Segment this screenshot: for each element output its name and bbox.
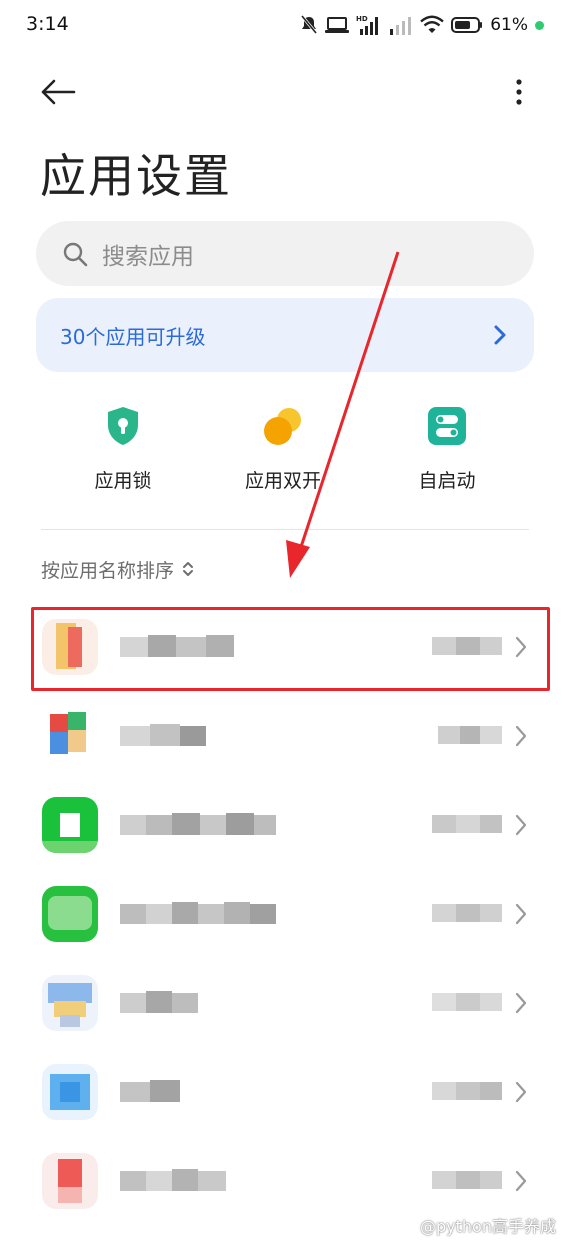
autostart-toggle-icon	[428, 407, 466, 445]
status-time: 3:14	[26, 13, 69, 35]
app-icon	[42, 1064, 98, 1120]
mute-icon	[301, 15, 318, 34]
app-upgrade-banner[interactable]: 30个应用可升级	[36, 298, 534, 372]
sort-selector[interactable]: 按应用名称排序	[41, 554, 194, 584]
watermark-text: @python高手养成	[420, 1217, 556, 1236]
search-placeholder: 搜索应用	[102, 243, 194, 270]
search-input[interactable]: 搜索应用	[36, 221, 534, 286]
watermark: @python高手养成	[420, 1213, 556, 1237]
app-size-blurred	[432, 811, 502, 837]
app-list-item[interactable]	[0, 870, 570, 959]
app-lock-button[interactable]: 应用锁	[53, 400, 193, 500]
app-icon	[42, 708, 98, 764]
dual-app-icon	[264, 408, 301, 445]
chevron-right-icon	[515, 725, 527, 747]
chevron-right-icon	[515, 1081, 527, 1103]
app-size-blurred	[432, 989, 502, 1015]
app-name-blurred	[120, 809, 300, 839]
dual-app-label: 应用双开	[244, 470, 321, 492]
status-bar: 3:14 HD 61%	[0, 0, 570, 52]
sort-label: 按应用名称排序	[41, 559, 175, 582]
app-name-blurred	[120, 1165, 300, 1195]
app-list-item[interactable]	[0, 959, 570, 1048]
chevron-right-icon	[515, 992, 527, 1014]
app-name-blurred	[120, 987, 300, 1017]
app-name-blurred	[120, 1076, 300, 1106]
divider	[41, 529, 529, 530]
app-icon	[42, 886, 98, 942]
upgrade-text: 30个应用可升级	[60, 324, 206, 349]
signal-icon	[390, 17, 412, 35]
quick-actions: 应用锁 应用双开 自启动	[0, 400, 570, 500]
chevron-right-icon	[515, 1170, 527, 1192]
autostart-button[interactable]: 自启动	[377, 400, 517, 500]
app-lock-label: 应用锁	[94, 470, 152, 492]
app-name-blurred	[120, 720, 300, 750]
app-icon	[42, 975, 98, 1031]
status-icons: HD 61%	[300, 12, 544, 38]
app-list-item[interactable]	[0, 692, 570, 781]
search-icon	[63, 242, 88, 266]
app-size-blurred	[432, 1078, 502, 1104]
svg-text:HD: HD	[356, 15, 368, 23]
app-name-blurred	[120, 898, 300, 928]
more-options-button[interactable]	[504, 70, 534, 114]
page-title: 应用设置	[40, 149, 232, 203]
battery-icon	[451, 17, 483, 33]
chevron-right-icon	[515, 814, 527, 836]
highlight-annotation-box	[31, 607, 550, 691]
app-icon	[42, 797, 98, 853]
battery-percent: 61%	[490, 15, 528, 35]
wifi-icon	[420, 15, 444, 33]
chevron-right-icon	[494, 325, 506, 345]
app-size-blurred	[432, 900, 502, 926]
chevron-right-icon	[515, 903, 527, 925]
sort-updown-icon	[183, 562, 194, 576]
arrow-left-icon	[41, 79, 76, 105]
back-button[interactable]	[36, 70, 80, 114]
more-vertical-icon	[516, 79, 522, 105]
autostart-label: 自启动	[418, 470, 476, 492]
app-list-item[interactable]	[0, 1048, 570, 1137]
shield-lock-icon	[108, 407, 138, 445]
app-size-blurred	[432, 722, 502, 748]
charging-dot	[535, 20, 544, 30]
app-size-blurred	[432, 1167, 502, 1193]
laptop-icon	[325, 17, 350, 33]
dual-app-button[interactable]: 应用双开	[213, 400, 353, 500]
hd-signal-icon: HD	[356, 15, 379, 35]
app-icon	[42, 1153, 98, 1209]
app-list-item[interactable]	[0, 781, 570, 870]
